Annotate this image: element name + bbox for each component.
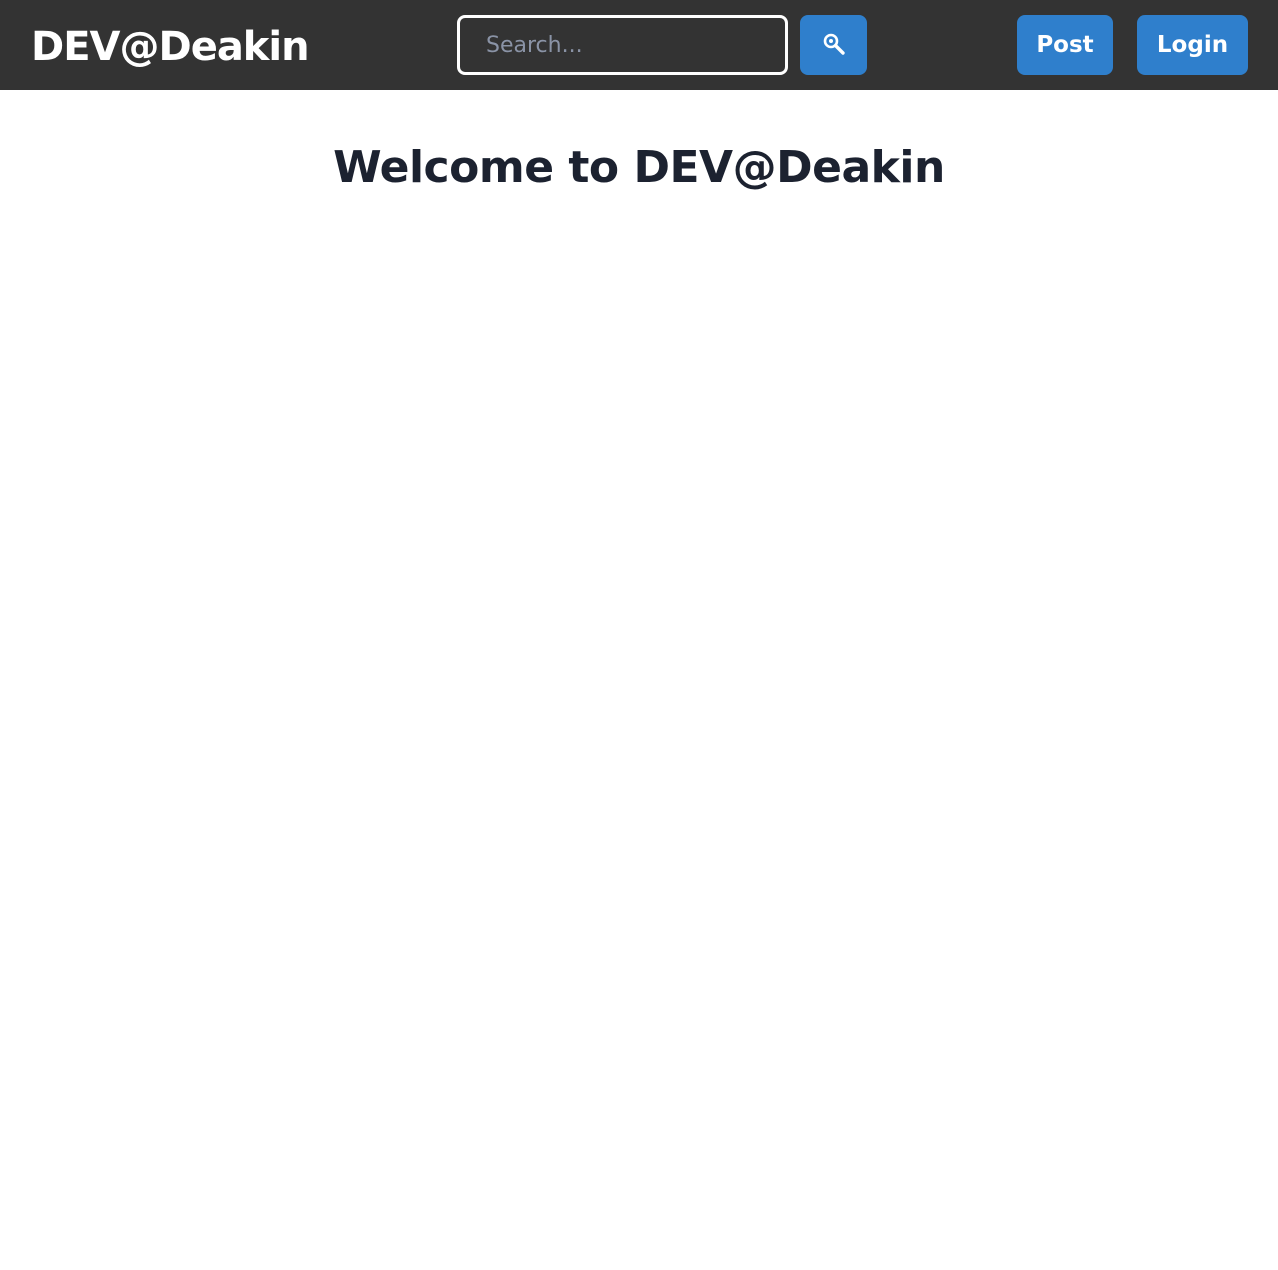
- brand-logo-text[interactable]: DEV@Deakin: [31, 22, 310, 72]
- search-input[interactable]: [457, 15, 788, 75]
- top-navbar: DEV@Deakin Post Login: [0, 0, 1278, 90]
- login-button[interactable]: Login: [1137, 15, 1248, 75]
- search-icon: [822, 32, 846, 59]
- page-title: Welcome to DEV@Deakin: [333, 142, 945, 193]
- post-button[interactable]: Post: [1017, 15, 1113, 75]
- search-button[interactable]: [800, 15, 867, 75]
